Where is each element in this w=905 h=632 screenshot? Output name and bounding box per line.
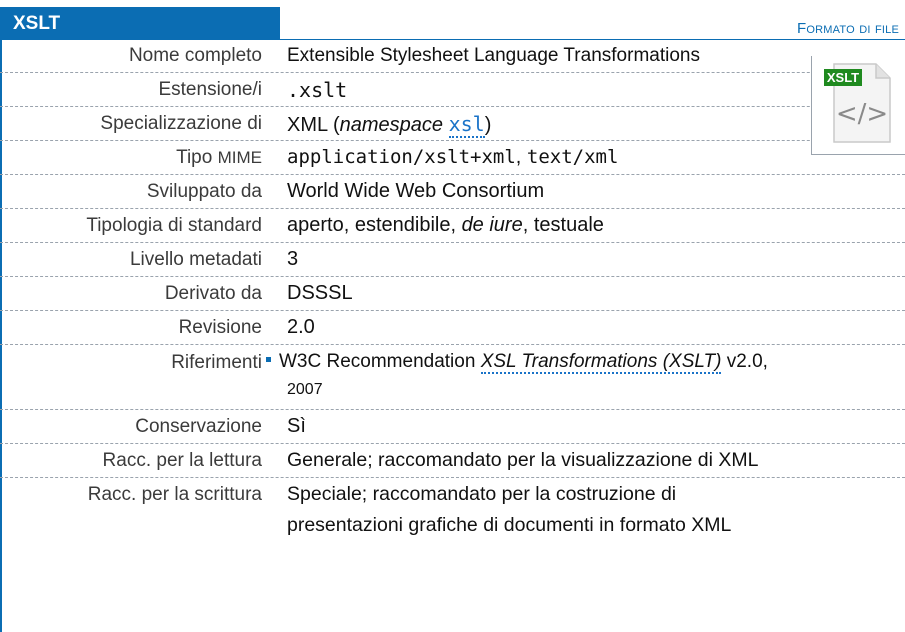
label-revisione: Revisione (178, 317, 262, 338)
spec-prefix: XML ( (287, 114, 340, 136)
namespace-xsl-link[interactable]: xsl (448, 112, 485, 138)
xml-file-icon: XSLT </> (824, 63, 891, 143)
value-racc-scrittura-line2: presentazioni grafiche di documenti in f… (287, 514, 732, 536)
row-tipo-mime: Tipo MIME application/xslt+xml, text/xml (0, 141, 905, 175)
row-racc-scrittura: Racc. per la scrittura Speciale; raccoma… (0, 478, 905, 543)
value-livello-metadati: 3 (287, 248, 299, 270)
label-tipologia: Tipologia di standard (86, 215, 262, 236)
label-tipo-mime: Tipo MIME (0, 147, 262, 169)
spec-italic: namespace (339, 114, 444, 136)
label-racc-scrittura: Racc. per la scrittura (87, 484, 262, 505)
tipologia-italic: de iure (461, 214, 523, 236)
infobox-table: Nome completo Extensible Stylesheet Lang… (0, 40, 905, 543)
label-nome-completo: Nome completo (128, 45, 262, 66)
value-revisione: 2.0 (287, 316, 315, 338)
row-nome-completo: Nome completo Extensible Stylesheet Lang… (0, 40, 905, 73)
value-riferimenti: W3C Recommendation XSL Transformations (… (266, 351, 768, 374)
label-specializzazione: Specializzazione di (100, 113, 262, 134)
label-riferimenti: Riferimenti (171, 352, 262, 373)
value-estensione: .xslt (287, 78, 348, 102)
ref-prefix: W3C Recommendation (279, 351, 481, 372)
ref-suffix: v2.0, (721, 351, 768, 372)
value-sviluppato-da: World Wide Web Consortium (287, 180, 545, 202)
value-nome-completo: Extensible Stylesheet Language Transform… (287, 45, 700, 66)
row-estensione: Estensione/i .xslt (0, 73, 905, 107)
label-tipo-prefix: Tipo (176, 147, 218, 168)
value-derivato-da: DSSSL (287, 282, 353, 304)
row-racc-lettura: Racc. per la lettura Generale; raccomand… (0, 444, 905, 478)
row-specializzazione: Specializzazione di XML (namespace xsl) (0, 107, 905, 141)
label-estensione: Estensione/i (158, 79, 262, 100)
row-conservazione: Conservazione Sì (0, 410, 905, 444)
mime-separator: , (515, 146, 522, 168)
mime-type-2: text/xml (526, 146, 619, 168)
row-riferimenti: Riferimenti W3C Recommendation XSL Trans… (0, 345, 905, 410)
xslt-recommendation-link[interactable]: XSL Transformations (XSLT) (480, 351, 722, 374)
spec-suffix: ) (484, 114, 492, 136)
label-livello-metadati: Livello metadati (129, 249, 262, 270)
badge-label: XSLT (827, 70, 859, 85)
label-sviluppato-da: Sviluppato da (146, 181, 262, 202)
code-glyph: </> (836, 99, 888, 129)
list-bullet (266, 357, 271, 363)
label-racc-lettura: Racc. per la lettura (102, 450, 262, 471)
value-conservazione: Sì (287, 415, 306, 437)
row-sviluppato-da: Sviluppato da World Wide Web Consortium (0, 175, 905, 209)
row-derivato-da: Derivato da DSSSL (0, 277, 905, 311)
value-racc-scrittura-line1: Speciale; raccomandato per la costruzion… (287, 483, 677, 505)
mime-type-1: application/xslt+xml (287, 146, 516, 168)
label-conservazione: Conservazione (135, 416, 262, 437)
value-tipologia: aperto, estendibile, de iure, testuale (287, 214, 604, 237)
label-mime-abbr: MIME (217, 148, 262, 167)
label-derivato-da: Derivato da (164, 283, 262, 304)
tipologia-prefix: aperto, estendibile, (287, 214, 462, 236)
row-revisione: Revisione 2.0 (0, 311, 905, 345)
ref-year: 2007 (287, 381, 323, 398)
row-livello-metadati: Livello metadati 3 (0, 243, 905, 277)
tipologia-suffix: , testuale (522, 214, 604, 236)
row-tipologia: Tipologia di standard aperto, estendibil… (0, 209, 905, 243)
infobox-title: XSLT (0, 7, 280, 40)
infobox-header: XSLT Formato di file (0, 0, 905, 40)
value-tipo-mime: application/xslt+xml, text/xml (287, 146, 618, 169)
value-racc-lettura: Generale; raccomandato per la visualizza… (287, 449, 759, 471)
value-specializzazione: XML (namespace xsl) (287, 112, 492, 138)
file-icon-panel: XSLT </> (811, 56, 905, 155)
infobox-category: Formato di file (797, 20, 899, 37)
